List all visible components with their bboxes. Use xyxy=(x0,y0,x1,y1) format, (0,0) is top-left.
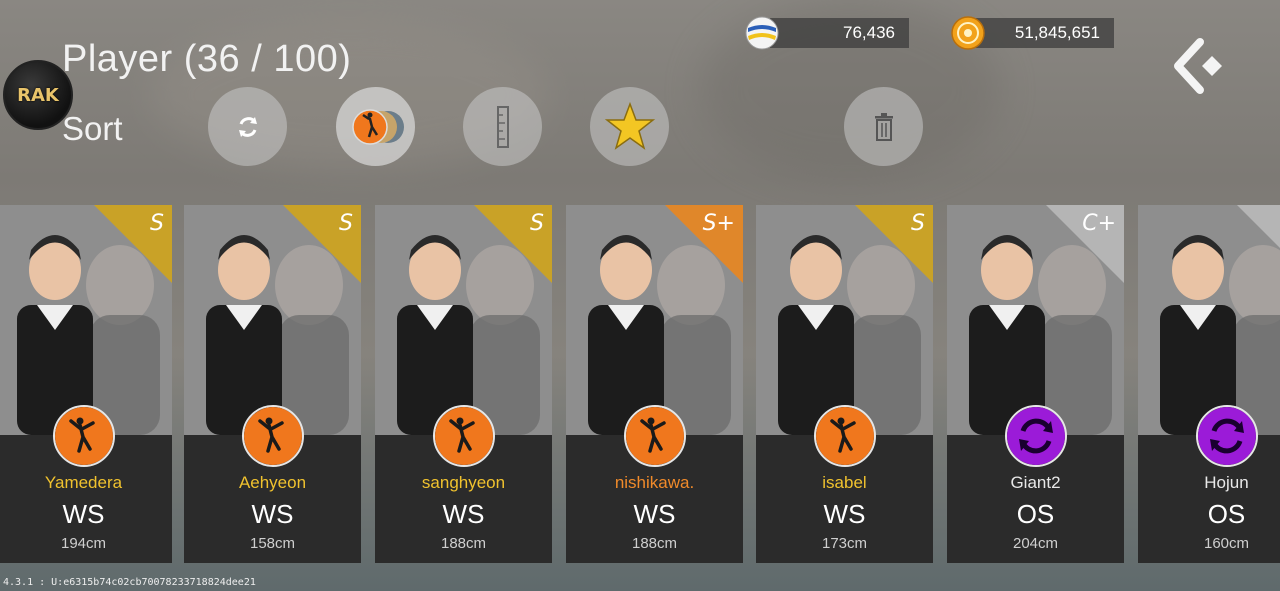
rank-label: S+ xyxy=(702,211,735,236)
player-name: Yamedera xyxy=(44,473,123,492)
coin-count: 51,845,651 xyxy=(1014,23,1100,42)
player-card[interactable]: Ssanghyeon WS 188cm xyxy=(375,205,552,563)
wing-spiker-icon xyxy=(432,405,495,467)
position-sort-button[interactable] xyxy=(336,87,415,166)
player-height: 160cm xyxy=(1203,535,1250,552)
player-card[interactable]: S+ nishikawa. WS 188cm xyxy=(566,205,743,563)
player-name: Hojun xyxy=(1204,473,1249,492)
player-name: Aehyeon xyxy=(238,473,307,492)
rank-label: S xyxy=(150,211,164,236)
volleyball-player-icon xyxy=(351,108,404,145)
ball-count: 76,436 xyxy=(843,23,895,42)
refresh-icon xyxy=(238,116,257,137)
player-position: WS xyxy=(62,499,105,529)
favorite-sort-button[interactable] xyxy=(590,87,669,166)
refresh-sort-button[interactable] xyxy=(208,87,287,166)
coin-currency-display: 51,845,651 xyxy=(975,18,1114,48)
ball-currency-display: 76,436 xyxy=(770,18,909,48)
wing-spiker-icon xyxy=(52,405,115,467)
rank-corner xyxy=(1237,205,1280,283)
back-icon[interactable] xyxy=(1170,36,1230,96)
player-position: OS xyxy=(1016,499,1055,529)
wing-spiker-icon xyxy=(813,405,876,467)
wing-spiker-icon xyxy=(241,405,304,467)
star-icon xyxy=(604,101,655,150)
opposite-spiker-icon xyxy=(1195,405,1258,467)
player-height: 188cm xyxy=(440,535,487,552)
player-card[interactable]: C+ Giant2 OS 204cm xyxy=(947,205,1124,563)
rank-label: S xyxy=(911,211,925,236)
player-name: Giant2 xyxy=(1010,473,1061,492)
player-height: 173cm xyxy=(821,535,868,552)
rank-label: S xyxy=(339,211,353,236)
version-label: 4.3.1 : U:e6315b74c02cb70078233718824dee… xyxy=(3,577,256,588)
player-name: isabel xyxy=(822,473,867,492)
coin-icon xyxy=(951,16,985,50)
opposite-spiker-icon xyxy=(1004,405,1067,467)
sort-label: Sort xyxy=(62,110,123,147)
player-name: sanghyeon xyxy=(421,473,506,492)
wing-spiker-icon xyxy=(623,405,686,467)
delete-button[interactable] xyxy=(844,87,923,166)
player-card[interactable]: S Aehyeon WS 158cm xyxy=(184,205,361,563)
player-position: WS xyxy=(633,499,676,529)
player-position: WS xyxy=(823,499,866,529)
player-card[interactable]: Hojun OS 160cm xyxy=(1138,205,1280,563)
player-height: 158cm xyxy=(249,535,296,552)
height-sort-button[interactable] xyxy=(463,87,542,166)
player-position: OS xyxy=(1207,499,1246,529)
rank-label: S xyxy=(530,211,544,236)
player-height: 194cm xyxy=(60,535,107,552)
rank-label: C+ xyxy=(1082,211,1116,236)
trash-icon xyxy=(874,112,893,141)
player-position: WS xyxy=(251,499,294,529)
ruler-icon xyxy=(496,105,509,148)
volleyball-icon xyxy=(745,16,779,50)
player-height: 188cm xyxy=(631,535,678,552)
page-title: Player (36 / 100) xyxy=(62,38,352,80)
player-card[interactable]: Sisabel WS 173cm xyxy=(756,205,933,563)
player-card[interactable]: S Yamedera WS 194cm xyxy=(0,205,172,563)
player-position: WS xyxy=(442,499,485,529)
player-height: 204cm xyxy=(1012,535,1059,552)
player-name: nishikawa. xyxy=(614,473,695,492)
